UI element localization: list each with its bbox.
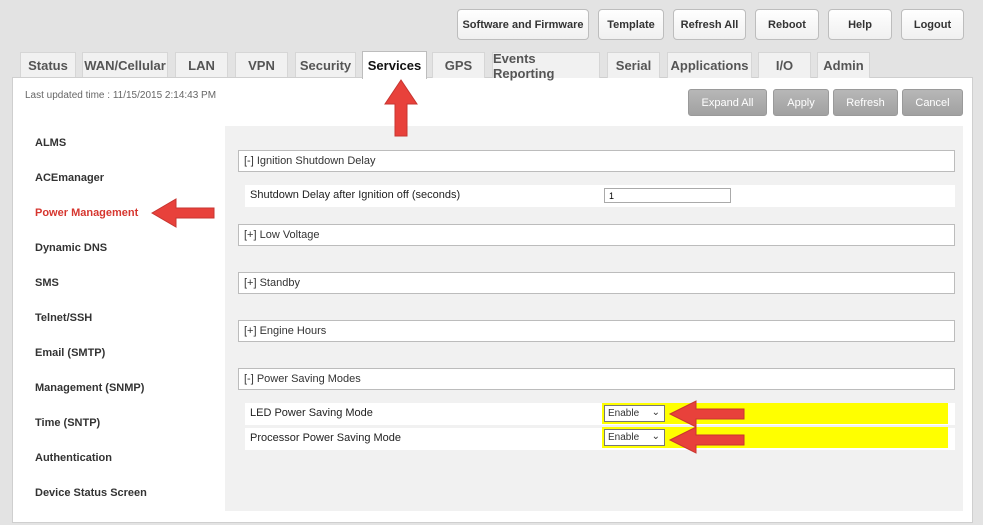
sidebar-item-email-smtp[interactable]: Email (SMTP) [35, 347, 105, 359]
sidebar-item-alms[interactable]: ALMS [35, 137, 66, 149]
tab-io[interactable]: I/O [758, 52, 811, 78]
content-area [225, 126, 963, 511]
section-standby[interactable]: [+] Standby [238, 272, 955, 294]
sidebar-item-telnet-ssh[interactable]: Telnet/SSH [35, 312, 92, 324]
section-engine-hours[interactable]: [+] Engine Hours [238, 320, 955, 342]
tab-lan[interactable]: LAN [175, 52, 228, 78]
tab-status[interactable]: Status [20, 52, 76, 78]
logout-button[interactable]: Logout [901, 9, 964, 40]
sidebar-item-authentication[interactable]: Authentication [35, 452, 112, 464]
refresh-all-button[interactable]: Refresh All [673, 9, 746, 40]
processor-power-saving-select[interactable]: Enable ⌄ [604, 429, 665, 446]
refresh-button[interactable]: Refresh [833, 89, 898, 116]
last-updated-text: Last updated time : 11/15/2015 2:14:43 P… [25, 90, 217, 101]
tab-services[interactable]: Services [362, 51, 427, 79]
chevron-down-icon: ⌄ [651, 407, 660, 418]
section-low-voltage[interactable]: [+] Low Voltage [238, 224, 955, 246]
sidebar-item-acemanager[interactable]: ACEmanager [35, 172, 104, 184]
tab-applications[interactable]: Applications [667, 52, 752, 78]
tab-vpn[interactable]: VPN [235, 52, 288, 78]
sidebar-item-power-management[interactable]: Power Management [35, 207, 138, 219]
arrow-up-icon [384, 79, 418, 137]
led-power-saving-select[interactable]: Enable ⌄ [604, 405, 665, 422]
sidebar-item-management-snmp[interactable]: Management (SNMP) [35, 382, 144, 394]
sidebar-item-device-status-screen[interactable]: Device Status Screen [35, 487, 147, 499]
help-button[interactable]: Help [828, 9, 892, 40]
cancel-button[interactable]: Cancel [902, 89, 963, 116]
processor-select-value: Enable [608, 432, 640, 443]
sidebar-item-time-sntp[interactable]: Time (SNTP) [35, 417, 100, 429]
chevron-down-icon: ⌄ [651, 431, 660, 442]
shutdown-delay-label: Shutdown Delay after Ignition off (secon… [250, 189, 461, 201]
shutdown-delay-input[interactable] [604, 188, 731, 203]
shutdown-delay-row: Shutdown Delay after Ignition off (secon… [245, 185, 955, 207]
arrow-left-icon [668, 426, 745, 454]
tab-serial[interactable]: Serial [607, 52, 660, 78]
tab-admin[interactable]: Admin [817, 52, 870, 78]
expand-all-button[interactable]: Expand All [688, 89, 767, 116]
template-button[interactable]: Template [598, 9, 664, 40]
section-power-saving-modes[interactable]: [-] Power Saving Modes [238, 368, 955, 390]
reboot-button[interactable]: Reboot [755, 9, 819, 40]
arrow-left-icon [151, 198, 215, 228]
software-firmware-button[interactable]: Software and Firmware [457, 9, 589, 40]
tab-wan-cellular[interactable]: WAN/Cellular [82, 52, 168, 78]
tab-security[interactable]: Security [295, 52, 356, 78]
sidebar-item-dynamic-dns[interactable]: Dynamic DNS [35, 242, 107, 254]
tab-events-reporting[interactable]: Events Reporting [492, 51, 600, 81]
section-ignition-shutdown-delay[interactable]: [-] Ignition Shutdown Delay [238, 150, 955, 172]
processor-power-saving-label: Processor Power Saving Mode [250, 432, 402, 444]
led-power-saving-label: LED Power Saving Mode [250, 407, 373, 419]
tab-gps[interactable]: GPS [432, 52, 485, 78]
apply-button[interactable]: Apply [773, 89, 829, 116]
sidebar-item-sms[interactable]: SMS [35, 277, 59, 289]
led-select-value: Enable [608, 408, 640, 419]
